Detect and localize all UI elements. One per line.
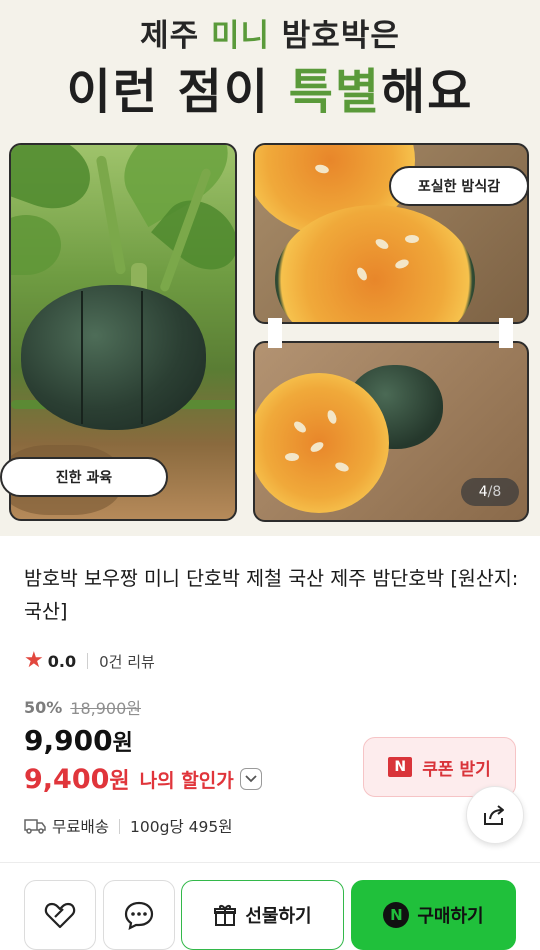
product-image-gallery[interactable]: 제주 미니 밤호박은 이런 점이 특별해요 포실한 밤식감 진한 과육 4 / … bbox=[0, 0, 540, 536]
unit-price: 100g당 495원 bbox=[130, 818, 233, 836]
divider bbox=[87, 653, 89, 669]
shipping-text: 무료배송 bbox=[52, 818, 110, 836]
compare-handle bbox=[268, 318, 282, 348]
naver-pay-icon: N bbox=[383, 902, 410, 928]
star-icon: ★ bbox=[24, 648, 44, 673]
coupon-label: 쿠폰 받기 bbox=[422, 759, 491, 780]
rating-value: 0.0 bbox=[47, 651, 77, 671]
naver-n-icon: N bbox=[388, 757, 413, 777]
review-count[interactable]: 0건 리뷰 bbox=[99, 651, 155, 672]
chat-icon bbox=[123, 900, 155, 930]
divider bbox=[0, 862, 540, 863]
divider bbox=[119, 818, 121, 834]
hero-title: 이런 점이 특별해요 bbox=[66, 64, 474, 120]
truck-icon bbox=[24, 818, 46, 834]
gift-label: 선물하기 bbox=[245, 906, 312, 927]
my-sale-price-row[interactable]: 9,400원 나의 할인가 bbox=[24, 763, 262, 795]
buy-button[interactable]: N 구매하기 bbox=[351, 880, 516, 950]
gift-button[interactable]: 선물하기 bbox=[181, 880, 344, 950]
hero-subtitle: 제주 미니 밤호박은 bbox=[140, 18, 400, 54]
chat-button[interactable] bbox=[103, 880, 175, 950]
rating-row[interactable]: ★ 0.0 0건 리뷰 bbox=[24, 650, 155, 672]
buy-label: 구매하기 bbox=[417, 906, 484, 927]
sale-price-label: 나의 할인가 bbox=[139, 769, 234, 792]
discount-row: 50% 18,900원 bbox=[24, 695, 141, 719]
speech-bubble: 진한 과육 bbox=[0, 457, 168, 497]
chevron-down-icon[interactable] bbox=[239, 768, 262, 790]
speech-bubble: 포실한 밤식감 bbox=[389, 166, 529, 206]
compare-handle bbox=[499, 318, 513, 348]
price: 9,900원 bbox=[24, 724, 133, 757]
original-price: 18,900원 bbox=[70, 699, 142, 718]
discount-rate: 50% bbox=[24, 697, 63, 717]
wishlist-button[interactable] bbox=[24, 880, 96, 950]
sale-price: 9,400원 bbox=[24, 764, 130, 795]
share-button[interactable] bbox=[466, 786, 524, 844]
heart-icon bbox=[44, 900, 76, 930]
shipping-row: 무료배송 100g당 495원 bbox=[24, 815, 233, 837]
gift-icon bbox=[213, 903, 237, 927]
share-icon bbox=[482, 803, 508, 827]
image-counter: 4/8 bbox=[461, 478, 519, 506]
product-title: 밤호박 보우짱 미니 단호박 제철 국산 제주 밤단호박 [원산지:국산] bbox=[24, 567, 519, 623]
